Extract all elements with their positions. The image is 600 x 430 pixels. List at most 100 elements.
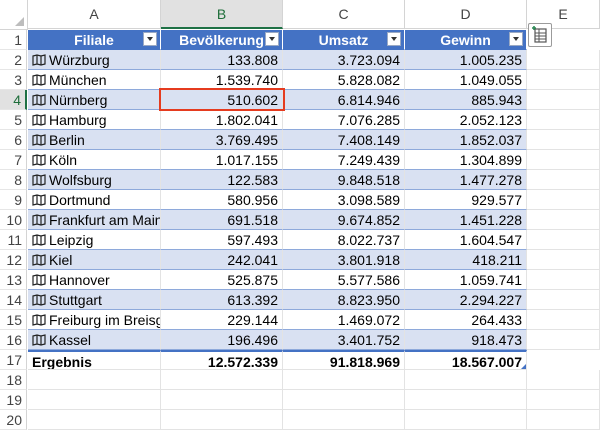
cell-e15[interactable] — [527, 310, 600, 330]
row-header-8[interactable]: 8 — [0, 170, 27, 190]
column-header-c[interactable]: C — [283, 0, 405, 29]
row-header-3[interactable]: 3 — [0, 70, 27, 90]
total-cell-c[interactable]: 91.818.969 — [283, 350, 405, 370]
row-header-7[interactable]: 7 — [0, 150, 27, 170]
total-cell-b[interactable]: 12.572.339 — [161, 350, 283, 370]
row-header-17[interactable]: 17 — [0, 350, 27, 370]
empty-cell[interactable] — [161, 410, 283, 430]
row-header-6[interactable]: 6 — [0, 130, 27, 150]
cell-c3[interactable]: 5.828.082 — [283, 70, 405, 90]
cell-c2[interactable]: 3.723.094 — [283, 50, 405, 70]
cell-e16[interactable] — [527, 330, 600, 350]
empty-cell[interactable] — [161, 390, 283, 410]
empty-cell[interactable] — [527, 390, 600, 410]
cell-a7[interactable]: Köln — [28, 150, 161, 170]
empty-cell[interactable] — [283, 410, 405, 430]
empty-cell[interactable] — [405, 370, 527, 390]
row-header-4[interactable]: 4 — [0, 90, 27, 110]
cell-d15[interactable]: 264.433 — [405, 310, 527, 330]
cell-d6[interactable]: 1.852.037 — [405, 130, 527, 150]
cell-b6[interactable]: 3.769.495 — [161, 130, 283, 150]
cell-b8[interactable]: 122.583 — [161, 170, 283, 190]
cell-a4[interactable]: Nürnberg — [28, 90, 161, 110]
cell-d8[interactable]: 1.477.278 — [405, 170, 527, 190]
total-cell-a[interactable]: Ergebnis — [28, 350, 161, 370]
cell-e5[interactable] — [527, 110, 600, 130]
cell-a3[interactable]: München — [28, 70, 161, 90]
cell-a6[interactable]: Berlin — [28, 130, 161, 150]
empty-cell[interactable] — [28, 410, 161, 430]
empty-cell[interactable] — [527, 410, 600, 430]
cell-d5[interactable]: 2.052.123 — [405, 110, 527, 130]
cell-d10[interactable]: 1.451.228 — [405, 210, 527, 230]
cell-e12[interactable] — [527, 250, 600, 270]
empty-cell[interactable] — [283, 370, 405, 390]
cell-e4[interactable] — [527, 90, 600, 110]
cell-d16[interactable]: 918.473 — [405, 330, 527, 350]
cell-c16[interactable]: 3.401.752 — [283, 330, 405, 350]
row-header-15[interactable]: 15 — [0, 310, 27, 330]
cell-c6[interactable]: 7.408.149 — [283, 130, 405, 150]
cell-d12[interactable]: 418.211 — [405, 250, 527, 270]
cell-c9[interactable]: 3.098.589 — [283, 190, 405, 210]
empty-cell[interactable] — [28, 370, 161, 390]
row-header-16[interactable]: 16 — [0, 330, 27, 350]
filter-dropdown-icon[interactable] — [143, 32, 157, 46]
cell-d2[interactable]: 1.005.235 — [405, 50, 527, 70]
table-header-1[interactable]: Filiale — [28, 30, 161, 50]
empty-cell[interactable] — [28, 390, 161, 410]
cell-b13[interactable]: 525.875 — [161, 270, 283, 290]
cell-d3[interactable]: 1.049.055 — [405, 70, 527, 90]
cell-e9[interactable] — [527, 190, 600, 210]
cell-b14[interactable]: 613.392 — [161, 290, 283, 310]
cell-a9[interactable]: Dortmund — [28, 190, 161, 210]
empty-cell[interactable] — [405, 410, 527, 430]
cell-b7[interactable]: 1.017.155 — [161, 150, 283, 170]
cell-d7[interactable]: 1.304.899 — [405, 150, 527, 170]
empty-cell[interactable] — [527, 370, 600, 390]
cell-b2[interactable]: 133.808 — [161, 50, 283, 70]
column-header-a[interactable]: A — [28, 0, 161, 29]
empty-cell[interactable] — [161, 370, 283, 390]
row-header-11[interactable]: 11 — [0, 230, 27, 250]
cell-b3[interactable]: 1.539.740 — [161, 70, 283, 90]
column-header-d[interactable]: D — [405, 0, 527, 29]
cell-c14[interactable]: 8.823.950 — [283, 290, 405, 310]
cell-b5[interactable]: 1.802.041 — [161, 110, 283, 130]
cell-e6[interactable] — [527, 130, 600, 150]
cell-a14[interactable]: Stuttgart — [28, 290, 161, 310]
cell-d14[interactable]: 2.294.227 — [405, 290, 527, 310]
row-header-18[interactable]: 18 — [0, 370, 27, 390]
quick-analysis-button[interactable] — [528, 23, 552, 47]
cell-b10[interactable]: 691.518 — [161, 210, 283, 230]
cell-a13[interactable]: Hannover — [28, 270, 161, 290]
cell-c8[interactable]: 9.848.518 — [283, 170, 405, 190]
filter-dropdown-icon[interactable] — [265, 32, 279, 46]
cell-c4[interactable]: 6.814.946 — [283, 90, 405, 110]
table-header-3[interactable]: Umsatz — [283, 30, 405, 50]
table-resize-handle[interactable] — [521, 364, 526, 369]
cell-a5[interactable]: Hamburg — [28, 110, 161, 130]
row-header-20[interactable]: 20 — [0, 410, 27, 430]
row-header-13[interactable]: 13 — [0, 270, 27, 290]
cell-c11[interactable]: 8.022.737 — [283, 230, 405, 250]
cell-b16[interactable]: 196.496 — [161, 330, 283, 350]
cell-d9[interactable]: 929.577 — [405, 190, 527, 210]
cell-e3[interactable] — [527, 70, 600, 90]
cell-c15[interactable]: 1.469.072 — [283, 310, 405, 330]
cell-a16[interactable]: Kassel — [28, 330, 161, 350]
row-header-19[interactable]: 19 — [0, 390, 27, 410]
cell-a8[interactable]: Wolfsburg — [28, 170, 161, 190]
column-header-b[interactable]: B — [161, 0, 283, 29]
total-cell-d[interactable]: 18.567.007 — [405, 350, 527, 370]
cell-a12[interactable]: Kiel — [28, 250, 161, 270]
cell-a10[interactable]: Frankfurt am Main — [28, 210, 161, 230]
cell-d11[interactable]: 1.604.547 — [405, 230, 527, 250]
row-header-1[interactable]: 1 — [0, 30, 27, 50]
cell-e10[interactable] — [527, 210, 600, 230]
cell-b11[interactable]: 597.493 — [161, 230, 283, 250]
row-header-14[interactable]: 14 — [0, 290, 27, 310]
filter-dropdown-icon[interactable] — [387, 32, 401, 46]
cell-b12[interactable]: 242.041 — [161, 250, 283, 270]
table-header-2[interactable]: Bevölkerung — [161, 30, 283, 50]
